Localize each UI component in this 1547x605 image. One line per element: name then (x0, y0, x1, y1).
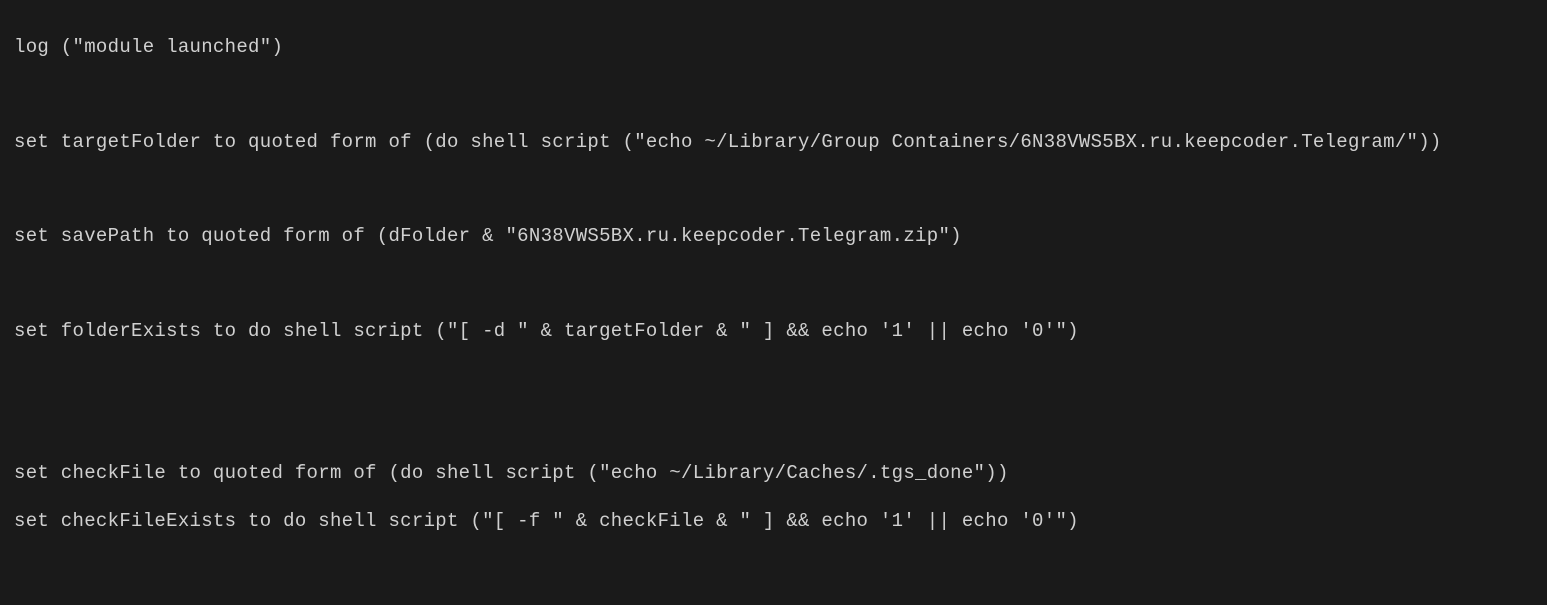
code-line: log ("module launched") (14, 36, 1547, 60)
code-line: set folderExists to do shell script ("[ … (14, 320, 1547, 344)
code-line: set savePath to quoted form of (dFolder … (14, 225, 1547, 249)
code-editor[interactable]: log ("module launched") set targetFolder… (0, 0, 1547, 605)
code-line (14, 273, 1547, 297)
code-line: set targetFolder to quoted form of (do s… (14, 131, 1547, 155)
code-line (14, 557, 1547, 581)
code-line (14, 83, 1547, 107)
code-line (14, 368, 1547, 392)
code-line (14, 415, 1547, 439)
code-line: set checkFileExists to do shell script (… (14, 510, 1547, 534)
code-line (14, 178, 1547, 202)
code-line: set checkFile to quoted form of (do shel… (14, 462, 1547, 486)
